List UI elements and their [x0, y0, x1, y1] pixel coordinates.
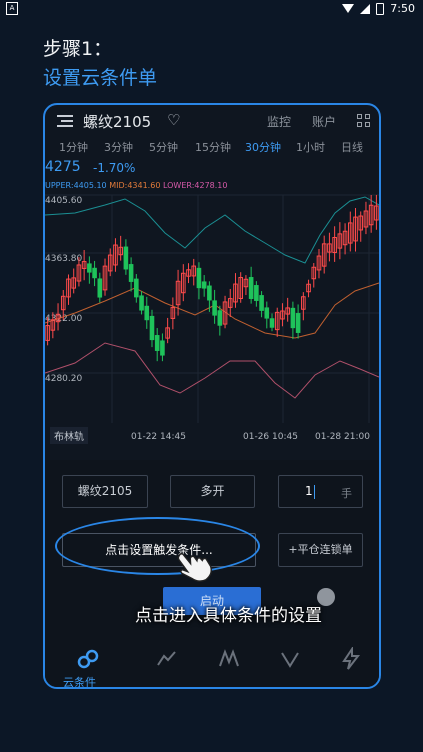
candle-body — [160, 340, 165, 356]
y-axis-label: 4405.60 — [45, 196, 82, 206]
candle-body — [248, 277, 254, 299]
candle-body — [149, 315, 155, 341]
candle-body — [144, 305, 150, 321]
change-percent: -1.70% — [93, 161, 136, 175]
candle-body — [97, 278, 103, 298]
candle-body — [87, 263, 92, 273]
candle-body — [295, 313, 301, 333]
candle-body — [212, 300, 217, 316]
wifi-icon — [342, 4, 355, 13]
boll-upper: UPPER:4405.10 — [45, 181, 107, 190]
tab-15m[interactable]: 15分钟 — [195, 139, 231, 155]
status-icons: 7:50 — [342, 2, 415, 15]
tab-down[interactable] — [278, 647, 302, 675]
tab-1h[interactable]: 1小时 — [296, 139, 325, 155]
x-axis-label: 01-28 21:00 — [315, 432, 370, 442]
contract-selector[interactable]: 螺纹2105 — [62, 475, 148, 508]
candle-body — [92, 267, 97, 279]
tab-1m[interactable]: 1分钟 — [59, 139, 88, 155]
tab-cloud-orders-label: 云条件单 — [63, 676, 96, 689]
y-axis-label: 4363.80 — [45, 254, 82, 264]
boll-readout: UPPER:4405.10 MID:4341.60 LOWER:4278.10 — [45, 181, 227, 190]
candle-body — [207, 285, 212, 301]
last-price: 4275 — [45, 159, 81, 175]
highlight-ring — [55, 517, 260, 575]
candle-body — [269, 318, 275, 328]
tab-3m[interactable]: 3分钟 — [104, 139, 133, 155]
candle-body — [259, 295, 264, 311]
x-axis-label: 01-22 14:45 — [131, 432, 186, 442]
candle-body — [254, 285, 259, 301]
app-header: 螺纹2105 ♡ 监控 账户 — [45, 105, 379, 137]
trend-line-icon — [157, 651, 176, 666]
candle-body — [128, 264, 134, 282]
kline-chart[interactable]: 4405.604363.804322.004280.2001-22 14:450… — [45, 193, 379, 443]
v-down-icon — [281, 652, 299, 668]
pointing-hand-icon — [177, 553, 212, 582]
boll-lower-line — [45, 342, 379, 399]
candle-body — [154, 335, 160, 351]
bottom-tabbar: 云条件单 — [45, 645, 379, 687]
tab-flash[interactable] — [339, 645, 363, 675]
direction-selector[interactable]: 多开 — [170, 475, 255, 508]
candle-body — [139, 295, 144, 311]
contract-title[interactable]: 螺纹2105 — [83, 111, 151, 132]
status-bar: A 7:50 — [0, 0, 423, 18]
step-title: 设置云条件单 — [43, 67, 158, 89]
tab-daily[interactable]: 日线 — [341, 139, 363, 155]
candle-body — [290, 307, 296, 329]
text-cursor — [314, 485, 315, 499]
step-number: 步骤1： — [43, 38, 113, 60]
battery-icon — [376, 2, 385, 15]
link-icon — [77, 649, 99, 669]
boll-mid-line — [45, 282, 379, 339]
y-axis-label: 4280.20 — [45, 374, 82, 384]
grid-menu-icon[interactable] — [357, 114, 371, 128]
timeframe-tabs: 1分钟 3分钟 5分钟 15分钟 30分钟 1小时 日线 — [45, 139, 379, 157]
indicator-tag[interactable]: 布林轨 — [50, 427, 88, 444]
menu-icon[interactable] — [57, 115, 73, 127]
nav-monitor[interactable]: 监控 — [267, 113, 291, 130]
tab-trend[interactable] — [155, 647, 179, 675]
app-notification-icon: A — [6, 2, 18, 15]
add-linked-close-button[interactable]: +平仓连锁单 — [278, 533, 363, 567]
lightning-icon — [342, 645, 361, 670]
quantity-input[interactable]: 1 手 — [278, 475, 363, 508]
candle-body — [264, 307, 270, 319]
signal-icon — [360, 3, 371, 14]
quantity-value: 1 — [305, 484, 313, 498]
x-axis-label: 01-26 10:45 — [243, 432, 298, 442]
boll-lower: LOWER:4278.10 — [162, 181, 228, 190]
candle-body — [134, 278, 139, 298]
candle-body — [196, 267, 202, 289]
favorite-heart-icon[interactable]: ♡ — [167, 111, 180, 129]
nav-account[interactable]: 账户 — [312, 113, 336, 130]
candle-body — [123, 246, 129, 270]
candle-body — [201, 281, 207, 289]
m-wave-icon — [219, 649, 239, 667]
boll-mid: MID:4341.60 — [109, 181, 161, 190]
tab-wave[interactable] — [217, 647, 241, 675]
tab-cloud-orders[interactable]: 云条件单 — [63, 647, 103, 687]
status-time: 7:50 — [390, 2, 415, 15]
candle-body — [217, 310, 223, 326]
instruction-callout: 点击进入具体条件的设置 — [135, 606, 322, 626]
quantity-unit: 手 — [341, 487, 352, 500]
tab-30m[interactable]: 30分钟 — [245, 139, 281, 155]
tab-5m[interactable]: 5分钟 — [149, 139, 178, 155]
